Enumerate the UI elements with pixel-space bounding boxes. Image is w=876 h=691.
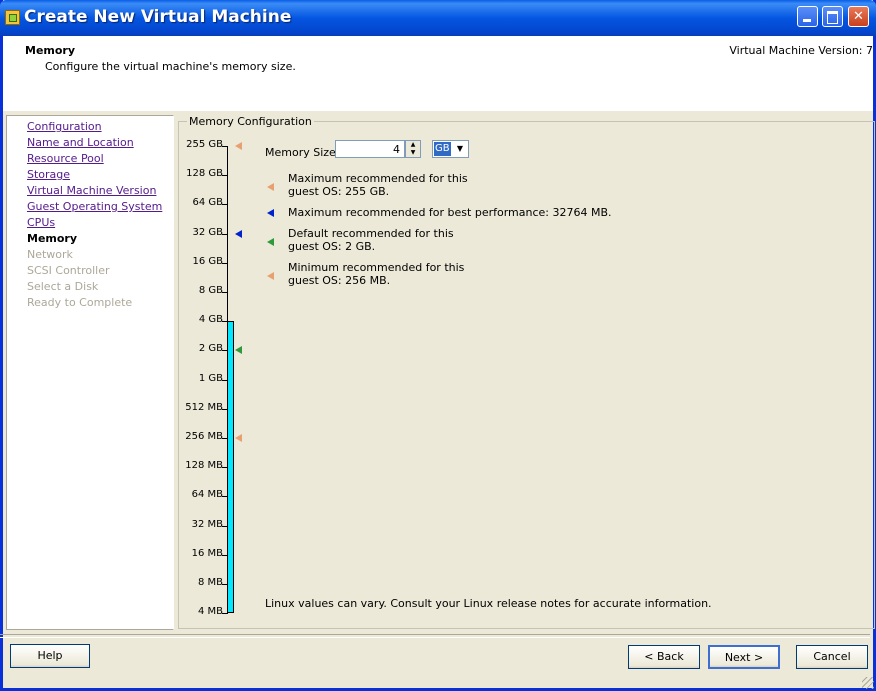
nav-step-scsi-controller: SCSI Controller <box>27 264 110 277</box>
nav-step-name-and-location[interactable]: Name and Location <box>27 136 134 149</box>
scale-label: 32 GB <box>192 226 223 238</box>
maximize-icon <box>823 7 842 26</box>
nav-step-select-a-disk: Select a Disk <box>27 280 99 293</box>
scale-label: 32 MB <box>191 518 223 530</box>
group-label: Memory Configuration <box>187 115 314 128</box>
scale-label: 4 MB <box>197 606 223 618</box>
back-button[interactable]: < Back <box>628 645 700 669</box>
scale-tick <box>222 321 228 323</box>
scale-tick <box>222 554 228 556</box>
minimize-icon <box>798 7 817 26</box>
nav-step-cpus[interactable]: CPUs <box>27 216 55 229</box>
legend-text: Default recommended for this guest OS: 2 … <box>288 227 454 253</box>
memory-unit-select[interactable]: GB ▼ <box>432 140 469 158</box>
scale-label: 128 GB <box>186 168 223 180</box>
scale-label: 2 GB <box>198 343 223 355</box>
default-recommended-marker-icon <box>235 346 242 355</box>
scale-tick <box>222 584 228 585</box>
nav-step-storage[interactable]: Storage <box>27 168 70 181</box>
scale-tick <box>222 613 228 615</box>
scale-label: 255 GB <box>186 139 223 150</box>
scale-label: 1 GB <box>198 372 223 384</box>
legend-text: Maximum recommended for best performance… <box>288 206 612 219</box>
close-button[interactable]: ✕ <box>848 6 869 27</box>
legend-text: Minimum recommended for this guest OS: 25… <box>288 261 464 287</box>
title-bar[interactable]: Create New Virtual Machine ✕ <box>0 0 876 36</box>
footer-divider <box>0 634 870 638</box>
nav-step-network: Network <box>27 248 73 261</box>
memory-unit-value: GB <box>434 142 451 156</box>
legend-marker-icon <box>267 183 274 191</box>
scale-tick <box>222 467 228 469</box>
scale-label: 512 MB <box>185 401 223 413</box>
scale-label: 4 GB <box>198 314 223 326</box>
scale-tick <box>222 292 228 293</box>
scale-label: 64 GB <box>192 197 223 209</box>
scale-label: 256 MB <box>185 431 223 442</box>
close-icon: ✕ <box>853 9 864 24</box>
legend-line: Maximum recommended for best performance… <box>288 206 612 219</box>
scale-tick <box>222 525 228 527</box>
help-button[interactable]: Help <box>10 644 90 668</box>
legend-line: Default recommended for this <box>288 227 454 240</box>
scale-label: 128 MB <box>185 460 223 472</box>
scale-tick <box>222 175 228 177</box>
scale-tick <box>222 438 228 439</box>
scale-label: 16 GB <box>192 255 223 267</box>
step-title: Memory <box>25 44 76 57</box>
scale-tick <box>222 350 228 352</box>
legend-line: guest OS: 256 MB. <box>288 274 391 287</box>
resize-grip-icon[interactable] <box>862 677 874 689</box>
scale-label: 16 MB <box>191 547 223 559</box>
legend-line: Minimum recommended for this <box>288 261 465 274</box>
nav-step-configuration[interactable]: Configuration <box>27 120 102 133</box>
scale-tick <box>222 408 228 410</box>
scale-tick <box>222 204 228 206</box>
scale-label: 8 MB <box>197 577 223 588</box>
nav-step-resource-pool[interactable]: Resource Pool <box>27 152 104 165</box>
window-title: Create New Virtual Machine <box>24 7 292 27</box>
header-divider <box>3 110 873 113</box>
maximize-button[interactable] <box>822 6 843 27</box>
memory-size-label: Memory Size: <box>265 146 340 159</box>
step-subtitle: Configure the virtual machine's memory s… <box>45 60 296 73</box>
nav-step-ready-to-complete: Ready to Complete <box>27 296 133 309</box>
wizard-header: Memory Configure the virtual machine's m… <box>3 36 873 111</box>
legend-line: Maximum recommended for this <box>288 172 468 185</box>
legend-line: guest OS: 255 GB. <box>288 185 390 198</box>
max-recommended-marker-icon <box>235 142 242 150</box>
memory-level-bar <box>227 321 234 614</box>
next-button[interactable]: Next > <box>708 645 780 669</box>
legend-marker-icon <box>267 238 274 246</box>
memory-size-input[interactable] <box>335 140 405 158</box>
max-best-performance-marker-icon <box>235 229 242 238</box>
min-recommended-marker-icon <box>235 434 242 442</box>
nav-step-guest-operating-system[interactable]: Guest Operating System <box>27 200 162 213</box>
minimize-button[interactable] <box>797 6 818 27</box>
memory-size-spinner[interactable]: ▲ ▼ <box>405 140 421 158</box>
scale-tick <box>222 146 228 147</box>
chevron-down-icon[interactable]: ▼ <box>453 142 467 156</box>
scale-label: 64 MB <box>191 489 223 501</box>
legend-text: Maximum recommended for this guest OS: 25… <box>288 172 468 198</box>
scale-tick <box>222 233 228 235</box>
vm-app-icon <box>5 10 20 25</box>
cancel-button[interactable]: Cancel <box>796 645 868 669</box>
legend-marker-icon <box>267 209 274 217</box>
nav-step-memory: Memory <box>27 232 78 245</box>
legend-marker-icon <box>267 272 274 280</box>
spin-down-icon[interactable]: ▼ <box>406 149 420 157</box>
nav-step-virtual-machine-version[interactable]: Virtual Machine Version <box>27 184 156 197</box>
scale-tick <box>222 379 228 381</box>
spin-up-icon[interactable]: ▲ <box>406 141 420 149</box>
wizard-steps-nav: Configuration Name and Location Resource P… <box>6 115 174 630</box>
memory-config-group: Memory Configuration <box>178 115 875 629</box>
wizard-window: Create New Virtual Machine ✕ Memory Conf… <box>0 0 876 691</box>
linux-footnote: Linux values can vary. Consult your Linu… <box>265 597 712 610</box>
vm-version-label: Virtual Machine Version: 7 <box>729 44 873 57</box>
scale-label: 8 GB <box>198 285 223 296</box>
scale-tick <box>222 496 228 498</box>
legend-line: guest OS: 2 GB. <box>288 240 376 253</box>
scale-tick <box>222 262 228 264</box>
